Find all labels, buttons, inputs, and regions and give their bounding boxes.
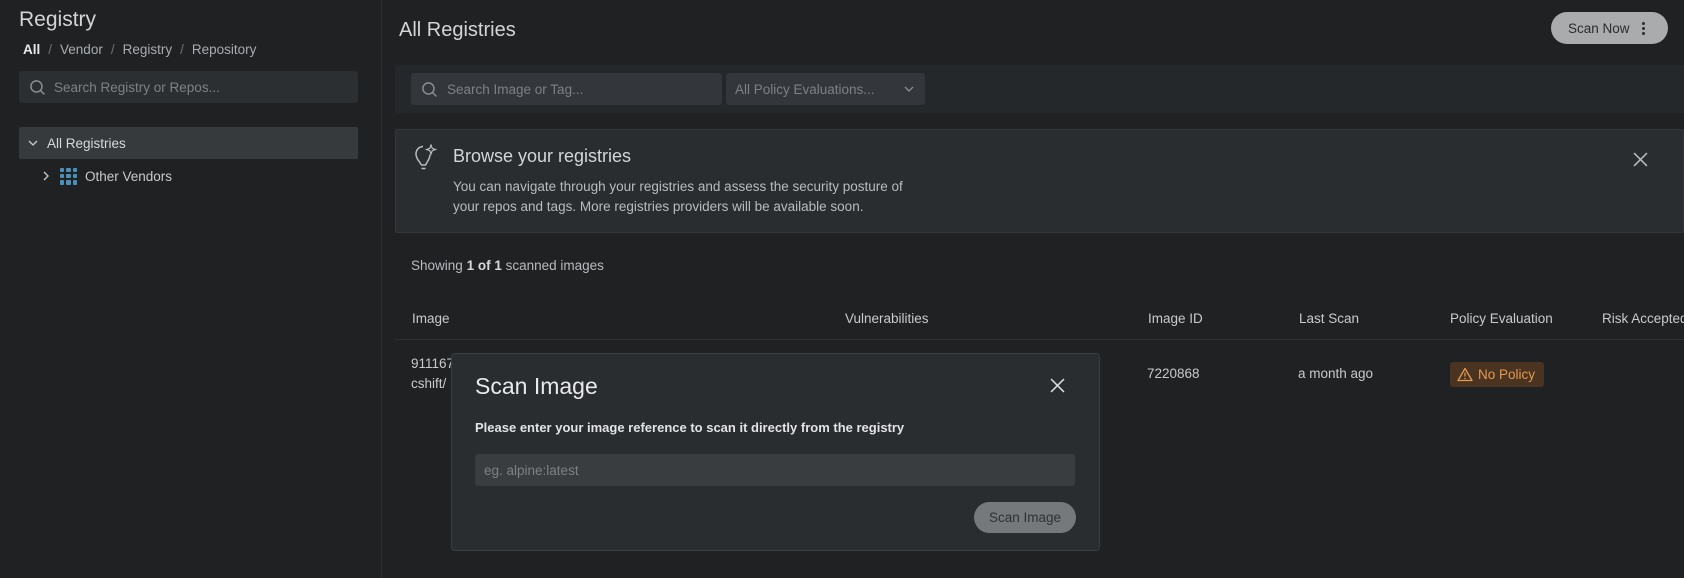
registry-search-input[interactable] xyxy=(54,79,354,95)
tree-item-label: All Registries xyxy=(47,135,126,151)
breadcrumb-repository[interactable]: Repository xyxy=(192,42,257,57)
breadcrumb-separator: / xyxy=(180,42,184,57)
tree-item-other-vendors[interactable]: Other Vendors xyxy=(40,166,172,186)
image-name-line1[interactable]: 911167 xyxy=(411,356,454,371)
image-search xyxy=(411,73,722,105)
dialog-title: Scan Image xyxy=(475,373,598,399)
registry-search xyxy=(19,71,358,103)
policy-evaluation-select[interactable]: All Policy Evaluations... xyxy=(726,73,925,105)
close-icon[interactable] xyxy=(1633,152,1648,167)
scan-image-dialog: Scan Image Please enter your image refer… xyxy=(451,353,1100,551)
policy-status-badge: No Policy xyxy=(1450,362,1545,387)
column-header-risk-accepted[interactable]: Risk Accepted xyxy=(1602,311,1684,326)
results-count: Showing 1 of 1 scanned images xyxy=(411,258,604,273)
banner-title: Browse your registries xyxy=(453,146,632,166)
table-divider xyxy=(395,339,1684,340)
page-title: All Registries xyxy=(399,19,516,41)
breadcrumb: All / Vendor / Registry / Repository xyxy=(23,42,256,57)
tree-item-all-registries[interactable]: All Registries xyxy=(19,127,358,159)
dialog-description: Please enter your image reference to sca… xyxy=(475,420,905,435)
policy-status-label: No Policy xyxy=(1478,367,1536,382)
image-name-line2[interactable]: cshift/ xyxy=(411,376,446,391)
image-id-cell: 7220868 xyxy=(1147,366,1200,381)
showing-count: 1 of 1 xyxy=(466,258,502,273)
warning-icon xyxy=(1457,367,1473,382)
breadcrumb-separator: / xyxy=(110,42,115,57)
showing-suffix: scanned images xyxy=(505,258,604,273)
search-icon xyxy=(30,79,45,95)
policy-select-value: All Policy Evaluations... xyxy=(735,81,875,97)
sidebar: Registry All / Vendor / Registry / Repos… xyxy=(0,0,382,578)
chevron-down-icon[interactable] xyxy=(27,137,39,149)
column-header-vulnerabilities[interactable]: Vulnerabilities xyxy=(845,311,929,326)
chevron-right-icon[interactable] xyxy=(40,170,52,182)
tree-item-label: Other Vendors xyxy=(85,168,173,184)
close-icon[interactable] xyxy=(1050,378,1065,393)
breadcrumb-all[interactable]: All xyxy=(23,42,40,57)
info-banner: Browse your registries You can navigate … xyxy=(395,129,1684,233)
last-scan-cell: a month ago xyxy=(1298,366,1374,381)
column-header-image[interactable]: Image xyxy=(412,311,450,326)
column-header-policy-evaluation[interactable]: Policy Evaluation xyxy=(1450,311,1553,326)
grid-icon xyxy=(60,167,77,185)
filter-bar: All Policy Evaluations... xyxy=(395,65,1684,113)
breadcrumb-registry[interactable]: Registry xyxy=(123,42,173,57)
breadcrumb-separator: / xyxy=(48,42,53,57)
chevron-down-icon xyxy=(904,86,914,92)
banner-text: You can navigate through your registries… xyxy=(453,179,903,214)
column-header-image-id[interactable]: Image ID xyxy=(1148,311,1203,326)
breadcrumb-vendor[interactable]: Vendor xyxy=(60,42,103,57)
image-reference-input[interactable] xyxy=(475,454,1075,486)
more-options-icon[interactable] xyxy=(1641,21,1645,35)
image-search-input[interactable] xyxy=(447,81,717,97)
scan-now-button[interactable]: Scan Now xyxy=(1551,12,1668,44)
lightbulb-icon xyxy=(415,144,438,170)
showing-prefix: Showing xyxy=(411,258,463,273)
column-header-last-scan[interactable]: Last Scan xyxy=(1299,311,1359,326)
search-icon xyxy=(422,81,437,97)
scan-now-label: Scan Now xyxy=(1568,20,1630,36)
sidebar-title: Registry xyxy=(19,8,97,31)
scan-image-button[interactable]: Scan Image xyxy=(974,502,1076,533)
